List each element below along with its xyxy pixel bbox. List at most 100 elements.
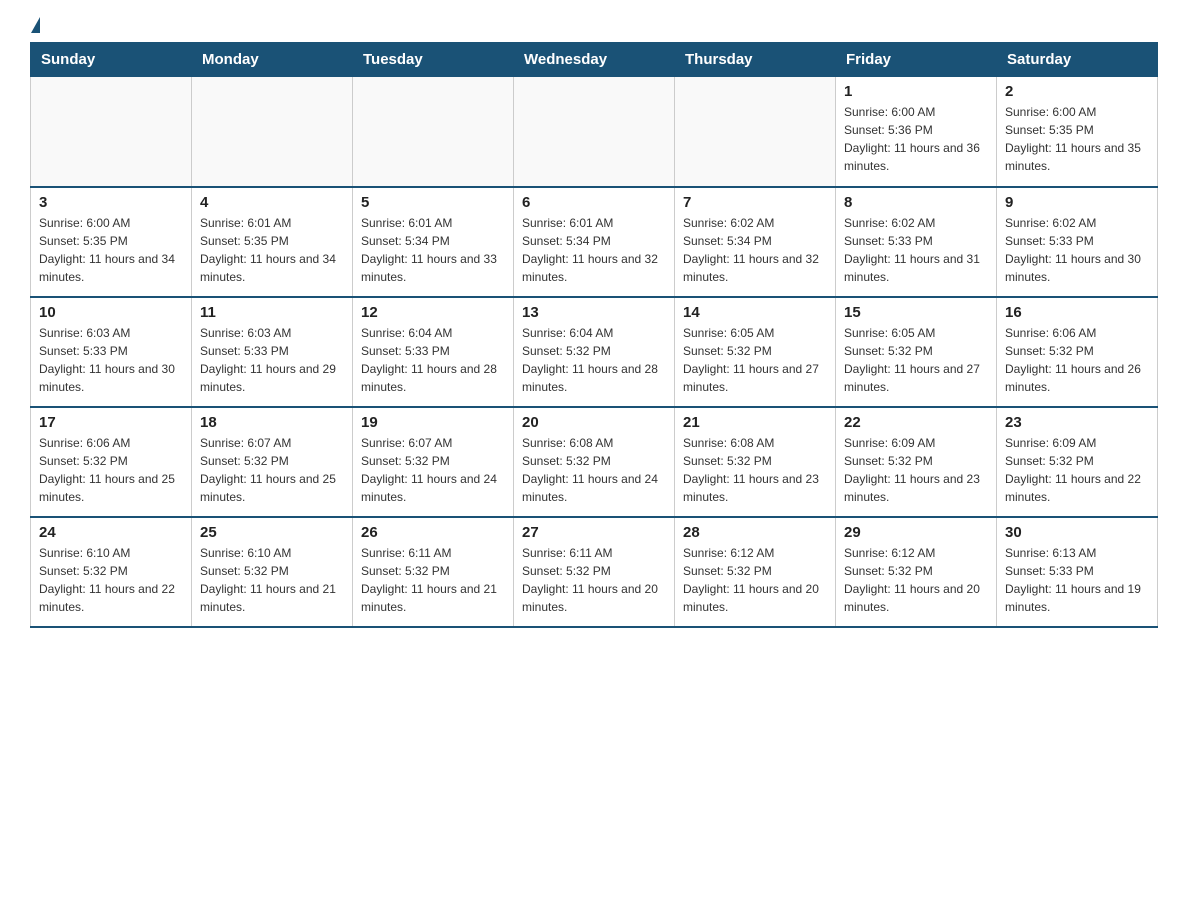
day-info: Sunrise: 6:10 AM Sunset: 5:32 PM Dayligh… xyxy=(200,544,344,616)
day-number: 16 xyxy=(1005,304,1149,321)
week-row-4: 17 Sunrise: 6:06 AM Sunset: 5:32 PM Dayli… xyxy=(31,407,1158,517)
day-info: Sunrise: 6:00 AM Sunset: 5:35 PM Dayligh… xyxy=(1005,103,1149,175)
day-info: Sunrise: 6:06 AM Sunset: 5:32 PM Dayligh… xyxy=(1005,324,1149,396)
day-number: 8 xyxy=(844,194,988,211)
week-row-5: 24 Sunrise: 6:10 AM Sunset: 5:32 PM Dayli… xyxy=(31,517,1158,627)
col-saturday: Saturday xyxy=(997,43,1158,77)
col-monday: Monday xyxy=(192,43,353,77)
day-info: Sunrise: 6:12 AM Sunset: 5:32 PM Dayligh… xyxy=(844,544,988,616)
calendar-body: 1Sunrise: 6:00 AM Sunset: 5:36 PM Daylig… xyxy=(31,77,1158,627)
day-cell xyxy=(353,77,514,187)
day-number: 15 xyxy=(844,304,988,321)
day-number: 25 xyxy=(200,524,344,541)
day-cell: 22 Sunrise: 6:09 AM Sunset: 5:32 PM Dayli… xyxy=(836,407,997,517)
day-cell xyxy=(31,77,192,187)
col-tuesday: Tuesday xyxy=(353,43,514,77)
day-cell: 29 Sunrise: 6:12 AM Sunset: 5:32 PM Dayli… xyxy=(836,517,997,627)
day-info: Sunrise: 6:00 AM Sunset: 5:36 PM Dayligh… xyxy=(844,103,988,175)
day-cell: 27 Sunrise: 6:11 AM Sunset: 5:32 PM Dayli… xyxy=(514,517,675,627)
day-number: 18 xyxy=(200,414,344,431)
day-info: Sunrise: 6:01 AM Sunset: 5:35 PM Dayligh… xyxy=(200,214,344,286)
day-cell: 30 Sunrise: 6:13 AM Sunset: 5:33 PM Dayli… xyxy=(997,517,1158,627)
col-friday: Friday xyxy=(836,43,997,77)
day-number: 13 xyxy=(522,304,666,321)
day-number: 11 xyxy=(200,304,344,321)
day-cell: 26Sunrise: 6:11 AM Sunset: 5:32 PM Dayli… xyxy=(353,517,514,627)
logo xyxy=(30,20,40,32)
day-info: Sunrise: 6:01 AM Sunset: 5:34 PM Dayligh… xyxy=(361,214,505,286)
day-number: 4 xyxy=(200,194,344,211)
day-info: Sunrise: 6:12 AM Sunset: 5:32 PM Dayligh… xyxy=(683,544,827,616)
day-cell: 17 Sunrise: 6:06 AM Sunset: 5:32 PM Dayli… xyxy=(31,407,192,517)
day-info: Sunrise: 6:13 AM Sunset: 5:33 PM Dayligh… xyxy=(1005,544,1149,616)
col-sunday: Sunday xyxy=(31,43,192,77)
day-info: Sunrise: 6:00 AM Sunset: 5:35 PM Dayligh… xyxy=(39,214,183,286)
day-number: 14 xyxy=(683,304,827,321)
day-cell: 13 Sunrise: 6:04 AM Sunset: 5:32 PM Dayli… xyxy=(514,297,675,407)
day-cell: 15 Sunrise: 6:05 AM Sunset: 5:32 PM Dayli… xyxy=(836,297,997,407)
day-cell: 21Sunrise: 6:08 AM Sunset: 5:32 PM Dayli… xyxy=(675,407,836,517)
week-row-1: 1Sunrise: 6:00 AM Sunset: 5:36 PM Daylig… xyxy=(31,77,1158,187)
day-cell: 5Sunrise: 6:01 AM Sunset: 5:34 PM Daylig… xyxy=(353,187,514,297)
day-cell xyxy=(675,77,836,187)
day-cell: 3 Sunrise: 6:00 AM Sunset: 5:35 PM Daylig… xyxy=(31,187,192,297)
day-cell: 24 Sunrise: 6:10 AM Sunset: 5:32 PM Dayli… xyxy=(31,517,192,627)
day-number: 6 xyxy=(522,194,666,211)
day-info: Sunrise: 6:04 AM Sunset: 5:32 PM Dayligh… xyxy=(522,324,666,396)
day-number: 2 xyxy=(1005,83,1149,100)
calendar-header: Sunday Monday Tuesday Wednesday Thursday… xyxy=(31,43,1158,77)
day-info: Sunrise: 6:06 AM Sunset: 5:32 PM Dayligh… xyxy=(39,434,183,506)
day-cell: 2 Sunrise: 6:00 AM Sunset: 5:35 PM Daylig… xyxy=(997,77,1158,187)
day-number: 23 xyxy=(1005,414,1149,431)
day-number: 12 xyxy=(361,304,505,321)
day-info: Sunrise: 6:02 AM Sunset: 5:34 PM Dayligh… xyxy=(683,214,827,286)
day-info: Sunrise: 6:11 AM Sunset: 5:32 PM Dayligh… xyxy=(522,544,666,616)
day-cell: 8 Sunrise: 6:02 AM Sunset: 5:33 PM Daylig… xyxy=(836,187,997,297)
day-number: 29 xyxy=(844,524,988,541)
day-cell: 14Sunrise: 6:05 AM Sunset: 5:32 PM Dayli… xyxy=(675,297,836,407)
day-cell: 12 Sunrise: 6:04 AM Sunset: 5:33 PM Dayli… xyxy=(353,297,514,407)
day-number: 30 xyxy=(1005,524,1149,541)
col-wednesday: Wednesday xyxy=(514,43,675,77)
day-info: Sunrise: 6:07 AM Sunset: 5:32 PM Dayligh… xyxy=(361,434,505,506)
day-info: Sunrise: 6:10 AM Sunset: 5:32 PM Dayligh… xyxy=(39,544,183,616)
day-cell: 9 Sunrise: 6:02 AM Sunset: 5:33 PM Daylig… xyxy=(997,187,1158,297)
day-info: Sunrise: 6:09 AM Sunset: 5:32 PM Dayligh… xyxy=(844,434,988,506)
day-number: 28 xyxy=(683,524,827,541)
day-info: Sunrise: 6:08 AM Sunset: 5:32 PM Dayligh… xyxy=(522,434,666,506)
day-cell: 18 Sunrise: 6:07 AM Sunset: 5:32 PM Dayli… xyxy=(192,407,353,517)
header-row: Sunday Monday Tuesday Wednesday Thursday… xyxy=(31,43,1158,77)
day-cell: 4 Sunrise: 6:01 AM Sunset: 5:35 PM Daylig… xyxy=(192,187,353,297)
day-number: 20 xyxy=(522,414,666,431)
day-cell: 25 Sunrise: 6:10 AM Sunset: 5:32 PM Dayli… xyxy=(192,517,353,627)
day-number: 7 xyxy=(683,194,827,211)
day-info: Sunrise: 6:07 AM Sunset: 5:32 PM Dayligh… xyxy=(200,434,344,506)
day-cell: 1Sunrise: 6:00 AM Sunset: 5:36 PM Daylig… xyxy=(836,77,997,187)
day-number: 10 xyxy=(39,304,183,321)
day-cell: 6Sunrise: 6:01 AM Sunset: 5:34 PM Daylig… xyxy=(514,187,675,297)
day-number: 24 xyxy=(39,524,183,541)
day-cell: 16 Sunrise: 6:06 AM Sunset: 5:32 PM Dayli… xyxy=(997,297,1158,407)
day-cell: 11Sunrise: 6:03 AM Sunset: 5:33 PM Dayli… xyxy=(192,297,353,407)
logo-triangle-icon xyxy=(31,17,40,33)
day-cell xyxy=(514,77,675,187)
page-header xyxy=(30,20,1158,32)
day-number: 9 xyxy=(1005,194,1149,211)
day-cell: 20 Sunrise: 6:08 AM Sunset: 5:32 PM Dayli… xyxy=(514,407,675,517)
day-number: 17 xyxy=(39,414,183,431)
calendar-table: Sunday Monday Tuesday Wednesday Thursday… xyxy=(30,42,1158,628)
day-info: Sunrise: 6:02 AM Sunset: 5:33 PM Dayligh… xyxy=(844,214,988,286)
week-row-3: 10Sunrise: 6:03 AM Sunset: 5:33 PM Dayli… xyxy=(31,297,1158,407)
day-number: 27 xyxy=(522,524,666,541)
day-info: Sunrise: 6:04 AM Sunset: 5:33 PM Dayligh… xyxy=(361,324,505,396)
day-number: 19 xyxy=(361,414,505,431)
day-cell xyxy=(192,77,353,187)
day-info: Sunrise: 6:02 AM Sunset: 5:33 PM Dayligh… xyxy=(1005,214,1149,286)
day-info: Sunrise: 6:05 AM Sunset: 5:32 PM Dayligh… xyxy=(844,324,988,396)
day-cell: 19 Sunrise: 6:07 AM Sunset: 5:32 PM Dayli… xyxy=(353,407,514,517)
day-number: 3 xyxy=(39,194,183,211)
week-row-2: 3 Sunrise: 6:00 AM Sunset: 5:35 PM Daylig… xyxy=(31,187,1158,297)
day-info: Sunrise: 6:11 AM Sunset: 5:32 PM Dayligh… xyxy=(361,544,505,616)
day-number: 22 xyxy=(844,414,988,431)
day-cell: 7 Sunrise: 6:02 AM Sunset: 5:34 PM Daylig… xyxy=(675,187,836,297)
